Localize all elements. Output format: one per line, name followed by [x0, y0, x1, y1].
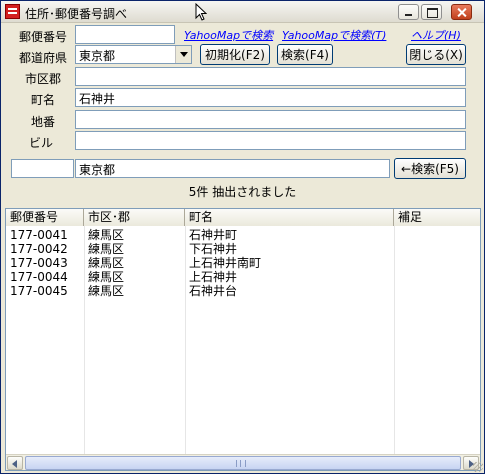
postal-code-label: 郵便番号: [18, 30, 67, 44]
table-row[interactable]: 177-0043 練馬区 上石神井南町: [6, 256, 480, 270]
cell-city: 練馬区: [88, 270, 125, 284]
cell-town: 上石神井南町: [189, 256, 262, 270]
mouse-cursor-icon: [195, 3, 207, 21]
cell-town: 石神井町: [189, 228, 238, 242]
filter-left-input[interactable]: [11, 159, 74, 178]
postal-code-input[interactable]: [75, 25, 175, 44]
scrollbar-thumb[interactable]: [25, 456, 461, 470]
prefecture-select-value: 東京都: [79, 49, 116, 63]
maximize-button[interactable]: [421, 4, 442, 20]
result-count-status: 5件 抽出されました: [188, 185, 297, 199]
yahoo-map-search-link[interactable]: YahooMapで検索: [184, 27, 273, 43]
city-input[interactable]: [75, 67, 466, 86]
close-window-button[interactable]: [451, 4, 472, 20]
results-list[interactable]: 郵便番号 市区･郡 町名 補足 177-0041 練馬区 石神井町 177-00…: [5, 208, 481, 471]
help-link[interactable]: ヘルプ(H): [411, 27, 461, 43]
table-row[interactable]: 177-0042 練馬区 下石神井: [6, 242, 480, 256]
window-title: 住所･郵便番号調べ: [25, 7, 128, 21]
cell-city: 練馬区: [88, 284, 125, 298]
cell-postal: 177-0045: [10, 284, 68, 298]
column-header-postal[interactable]: 郵便番号: [6, 209, 84, 226]
cell-postal: 177-0041: [10, 228, 68, 242]
town-input[interactable]: 石神井: [75, 88, 466, 107]
minimize-button[interactable]: [398, 4, 419, 20]
cell-city: 練馬区: [88, 228, 125, 242]
city-label: 市区郡: [24, 72, 61, 86]
yahoo-map-search-t-link[interactable]: YahooMapで検索(T): [282, 27, 386, 43]
scroll-left-arrow-icon[interactable]: [7, 456, 23, 470]
cell-town: 下石神井: [189, 242, 238, 256]
cell-postal: 177-0042: [10, 242, 68, 256]
cell-town: 石神井台: [189, 284, 238, 298]
initialize-button[interactable]: 初期化(F2): [200, 44, 270, 65]
prefecture-label: 都道府県: [18, 51, 67, 65]
search-button[interactable]: 検索(F4): [277, 44, 333, 65]
column-header-note[interactable]: 補足: [394, 209, 480, 226]
cell-postal: 177-0043: [10, 256, 68, 270]
list-header: 郵便番号 市区･郡 町名 補足: [6, 209, 480, 226]
lot-number-label: 地番: [30, 115, 55, 129]
cell-postal: 177-0044: [10, 270, 68, 284]
lot-number-input[interactable]: [75, 110, 466, 129]
building-input[interactable]: [75, 131, 466, 150]
cell-city: 練馬区: [88, 242, 125, 256]
chevron-down-icon[interactable]: [175, 46, 191, 63]
table-row[interactable]: 177-0045 練馬区 石神井台: [6, 284, 480, 298]
title-bar[interactable]: 住所･郵便番号調べ: [1, 1, 484, 23]
app-icon: [5, 4, 20, 19]
cell-city: 練馬区: [88, 256, 125, 270]
building-label: ビル: [28, 136, 53, 150]
table-row[interactable]: 177-0044 練馬区 上石神井: [6, 270, 480, 284]
town-label: 町名: [30, 93, 55, 107]
app-window: 住所･郵便番号調べ 郵便番号 YahooMapで検索 YahooMapで検索(T…: [0, 0, 485, 474]
prefecture-select[interactable]: 東京都: [75, 45, 192, 64]
column-header-town[interactable]: 町名: [185, 209, 394, 226]
back-search-button[interactable]: ←検索(F5): [394, 158, 466, 179]
horizontal-scrollbar[interactable]: [6, 454, 480, 470]
table-row[interactable]: 177-0041 練馬区 石神井町: [6, 228, 480, 242]
filter-prefecture-input[interactable]: 東京都: [75, 159, 390, 178]
column-header-city[interactable]: 市区･郡: [84, 209, 185, 226]
resize-grip-icon[interactable]: [473, 462, 483, 472]
close-button[interactable]: 閉じる(X): [406, 44, 466, 65]
cell-town: 上石神井: [189, 270, 238, 284]
grip-icon: [236, 460, 246, 467]
